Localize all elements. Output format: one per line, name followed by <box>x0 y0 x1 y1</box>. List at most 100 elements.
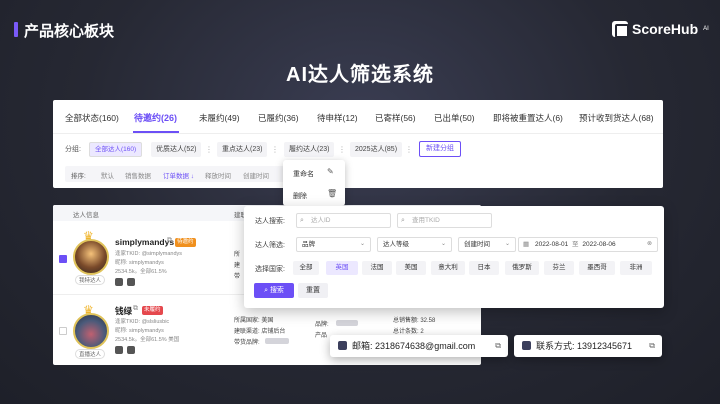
calendar-icon: ▦ <box>523 241 530 248</box>
mail-icon[interactable] <box>115 278 123 286</box>
col-label: 建 <box>234 263 241 269</box>
header-accent-bar <box>14 22 18 37</box>
group-more-icon[interactable]: ⋮ <box>271 142 279 157</box>
close-circle-icon[interactable]: ⊗ <box>647 238 652 251</box>
country-africa[interactable]: 非洲 <box>620 261 652 275</box>
edit-icon[interactable]: ✎ <box>327 167 334 176</box>
menu-delete[interactable]: 删除 <box>293 191 307 201</box>
group-chip-fulfill[interactable]: 履约达人(23) <box>284 142 335 157</box>
talent-goods-brand: 带货品牌: <box>234 340 260 346</box>
copy-icon[interactable]: ⧉ <box>167 237 172 245</box>
group-context-menu: 重命名 ✎ 删除 🗑 <box>283 160 345 206</box>
country-russia[interactable]: 俄罗斯 <box>505 261 539 275</box>
group-row: 分组: 全部达人(160) 优质达人(52) ⋮ 重点达人(23) ⋮ 履约达人… <box>53 140 663 160</box>
chevron-down-icon: ⌄ <box>359 241 365 247</box>
phone-icon[interactable] <box>127 278 135 286</box>
status-badge: 未履约 <box>142 306 163 315</box>
chevron-down-icon: ⌄ <box>504 241 510 247</box>
sort-created-time[interactable]: 创建时间 <box>243 170 269 180</box>
copy-icon[interactable]: ⧉ <box>495 335 501 357</box>
group-more-icon[interactable]: ⋮ <box>338 142 346 157</box>
time-select[interactable]: 创建时间 ⌄ <box>458 237 516 252</box>
sort-row: 排序: 默认 销售数据 订单数据 ↓ 释放时间 创建时间 <box>53 166 663 182</box>
country-finland[interactable]: 芬兰 <box>544 261 574 275</box>
country-usa[interactable]: 美国 <box>396 261 426 275</box>
country-mexico[interactable]: 墨西哥 <box>579 261 615 275</box>
talent-handle: 逢家TKID: @simplymandys <box>115 251 183 257</box>
date-range-picker[interactable]: ▦ 2022-08-01 至 2022-08-06 ⊗ <box>518 237 658 252</box>
group-chip-quality[interactable]: 优质达人(52) <box>151 142 202 157</box>
tab-fulfilled[interactable]: 已履约(36) <box>258 112 299 124</box>
tab-to-reset[interactable]: 即将被重置达人(6) <box>493 112 563 124</box>
talent-name: 钱绿 <box>115 306 133 316</box>
level-select[interactable]: 达人等级 ⌄ <box>377 237 452 252</box>
tkid-input[interactable]: ⌕ 查用TKID <box>397 213 492 228</box>
talent-channel: 建联渠道: 店铺后台 <box>234 329 286 335</box>
scorehub-logo: ScoreHub AI <box>612 21 709 38</box>
country-italy[interactable]: 意大利 <box>431 261 465 275</box>
mail-icon <box>338 341 347 350</box>
reset-button[interactable]: 重置 <box>298 283 328 298</box>
search-button[interactable]: ⌕ 搜索 <box>254 283 294 298</box>
new-group-button[interactable]: 新建分组 <box>419 141 461 157</box>
blurred-value <box>265 338 289 344</box>
group-label: 分组: <box>65 146 81 153</box>
talent-country: 所属国家: 美国 <box>234 318 274 324</box>
country-label: 选择国家: <box>255 266 285 273</box>
tab-unfulfilled[interactable]: 未履约(49) <box>199 112 240 124</box>
total-sales: 总销售额: 32.58 <box>393 318 436 324</box>
status-tabs: 全部状态(160) 待邀约(26) 未履约(49) 已履约(36) 待申样(12… <box>53 100 663 134</box>
avatar <box>73 313 109 349</box>
country-uk[interactable]: 英国 <box>326 261 358 275</box>
logo-text: ScoreHub <box>632 21 699 37</box>
country-all[interactable]: 全部 <box>293 261 319 275</box>
group-more-icon[interactable]: ⋮ <box>205 142 213 157</box>
tab-pending-invite[interactable]: 待邀约(26) <box>134 111 177 124</box>
date-to: 2022-08-06 <box>582 241 616 248</box>
row-checkbox[interactable] <box>59 327 67 335</box>
row-checkbox[interactable] <box>59 255 67 263</box>
phone-icon[interactable] <box>127 346 135 354</box>
search-button-label: 搜索 <box>269 287 284 294</box>
tkid-placeholder: 查用TKID <box>412 217 440 224</box>
menu-rename[interactable]: 重命名 <box>293 169 314 179</box>
tab-expect-goods[interactable]: 预计收到货达人(68) <box>579 112 654 124</box>
sort-default[interactable]: 默认 <box>101 170 114 180</box>
trash-icon[interactable]: 🗑 <box>327 189 337 198</box>
sort-label: 排序: <box>71 173 86 180</box>
col-label: 带 <box>234 274 241 280</box>
date-from: 2022-08-01 <box>534 241 569 248</box>
group-chip-key[interactable]: 重点达人(23) <box>217 142 268 157</box>
group-chip-all[interactable]: 全部达人(160) <box>89 142 143 157</box>
mail-icon[interactable] <box>115 346 123 354</box>
sort-sales[interactable]: 销售数据 <box>125 170 151 180</box>
tab-all[interactable]: 全部状态(160) <box>65 112 119 124</box>
email-pill[interactable]: 邮箱: 2318674638@gmail.com ⧉ <box>330 335 508 357</box>
product-label: 产品 <box>315 333 328 339</box>
avatar-tag: 我特达人 <box>75 275 106 285</box>
group-more-icon[interactable]: ⋮ <box>405 142 413 157</box>
country-france[interactable]: 法国 <box>362 261 392 275</box>
country-japan[interactable]: 日本 <box>469 261 499 275</box>
group-chip-2025[interactable]: 2025达人(85) <box>350 142 403 157</box>
phone-text: 联系方式: 13912345671 <box>536 341 633 351</box>
talent-name: simplymandys <box>115 237 175 247</box>
talent-id-placeholder: 达人ID <box>311 217 331 224</box>
talent-handle: 逢家TKID: @slsliusbic <box>115 319 170 325</box>
phone-icon <box>522 341 531 350</box>
time-select-value: 创建时间 <box>464 241 490 248</box>
active-tab-underline <box>133 131 179 133</box>
col-label: 所 <box>234 252 241 258</box>
sort-orders[interactable]: 订单数据 ↓ <box>163 170 194 180</box>
talent-id-input[interactable]: ⌕ 达人ID <box>296 213 391 228</box>
status-badge: 待邀约 <box>175 238 196 247</box>
copy-icon[interactable]: ⧉ <box>649 335 655 357</box>
copy-icon[interactable]: ⧉ <box>133 305 138 313</box>
date-separator: 至 <box>572 241 579 248</box>
sort-release-time[interactable]: 释放时间 <box>205 170 231 180</box>
tab-pending-sample[interactable]: 待申样(12) <box>317 112 358 124</box>
phone-pill[interactable]: 联系方式: 13912345671 ⧉ <box>514 335 662 357</box>
tab-ordered[interactable]: 已出单(50) <box>434 112 475 124</box>
brand-select[interactable]: 品牌 ⌄ <box>296 237 371 252</box>
tab-sample-sent[interactable]: 已寄样(56) <box>375 112 416 124</box>
